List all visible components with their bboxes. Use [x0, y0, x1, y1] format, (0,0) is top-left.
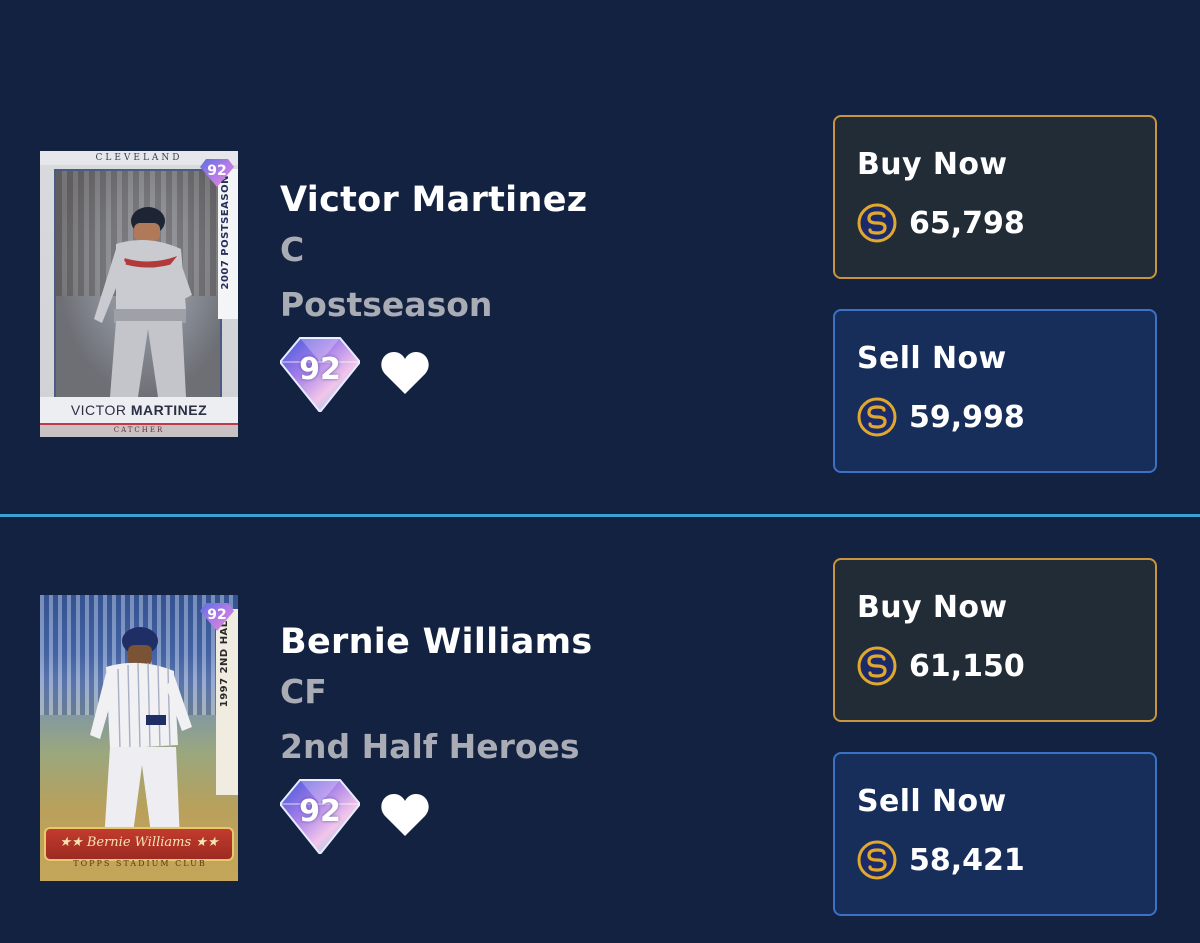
- player-series: 2nd Half Heroes: [280, 727, 580, 766]
- card-rating-badge: 92: [200, 601, 234, 631]
- marketplace-listings: CLEVELAND 2007 POSTSEASON 92 VICTOR MART…: [0, 0, 1200, 943]
- card-position-label: CATCHER: [40, 423, 238, 437]
- card-name-plate: VICTOR MARTINEZ: [40, 397, 238, 423]
- diamond-rarity-icon: 92: [278, 778, 362, 856]
- overall-rating: 92: [299, 352, 341, 387]
- card-rating-value: 92: [207, 163, 227, 179]
- player-position: C: [280, 230, 305, 269]
- buy-now-label: Buy Now: [857, 147, 1008, 182]
- buy-price: 61,150: [909, 649, 1025, 684]
- card-last-name: MARTINEZ: [130, 402, 208, 418]
- heart-icon[interactable]: [380, 792, 430, 838]
- player-series: Postseason: [280, 285, 493, 324]
- listing-row[interactable]: CLEVELAND 2007 POSTSEASON 92 VICTOR MART…: [0, 0, 1200, 514]
- card-brand-text: TOPPS STADIUM CLUB: [73, 859, 207, 868]
- player-figure-icon: [90, 627, 192, 841]
- player-badges: 92: [278, 778, 593, 858]
- player-position: CF: [280, 672, 327, 711]
- player-name[interactable]: Victor Martinez: [280, 178, 587, 222]
- card-photo: [54, 169, 222, 401]
- stubs-coin-icon: [857, 397, 897, 437]
- player-card-image[interactable]: 1997 2ND HALF 92 ★★ Bernie Williams ★★ T…: [40, 595, 238, 881]
- sell-price: 59,998: [909, 400, 1025, 435]
- sell-now-label: Sell Now: [857, 341, 1007, 376]
- heart-icon[interactable]: [380, 350, 430, 396]
- sell-now-button[interactable]: Sell Now 58,421: [833, 752, 1157, 916]
- buy-now-button[interactable]: Buy Now 65,798: [833, 115, 1157, 279]
- buy-now-label: Buy Now: [857, 590, 1008, 625]
- card-rating-value: 92: [207, 607, 227, 623]
- diamond-rarity-icon: 92: [278, 336, 362, 414]
- player-name[interactable]: Bernie Williams: [280, 620, 593, 664]
- player-info: Victor Martinez C Postseason 92: [278, 178, 587, 416]
- player-card-image[interactable]: CLEVELAND 2007 POSTSEASON 92 VICTOR MART…: [40, 151, 238, 437]
- sell-price: 58,421: [909, 843, 1025, 878]
- player-badges: 92: [278, 336, 587, 416]
- sell-now-button[interactable]: Sell Now 59,998: [833, 309, 1157, 473]
- card-rating-badge: 92: [200, 157, 234, 187]
- buy-now-button[interactable]: Buy Now 61,150: [833, 558, 1157, 722]
- stubs-coin-icon: [857, 646, 897, 686]
- stubs-coin-icon: [857, 840, 897, 880]
- card-name-ribbon: ★★ Bernie Williams ★★: [44, 827, 234, 861]
- buy-price: 65,798: [909, 206, 1025, 241]
- listing-row[interactable]: 1997 2ND HALF 92 ★★ Bernie Williams ★★ T…: [0, 517, 1200, 943]
- player-figure-icon: [94, 207, 192, 397]
- player-info: Bernie Williams CF 2nd Half Heroes 92: [278, 620, 593, 858]
- overall-rating: 92: [299, 794, 341, 829]
- card-side-text: 2007 POSTSEASON: [220, 175, 231, 290]
- card-first-name: VICTOR: [70, 402, 127, 418]
- stubs-coin-icon: [857, 203, 897, 243]
- sell-now-label: Sell Now: [857, 784, 1007, 819]
